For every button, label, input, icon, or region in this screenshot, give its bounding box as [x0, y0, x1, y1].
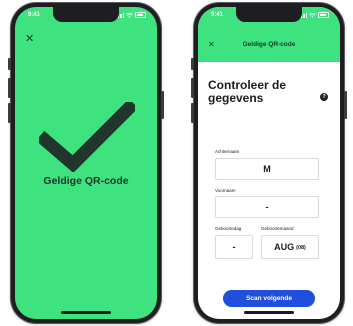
volume-up-button: [8, 78, 11, 98]
phone-right: 9:41 ✕ Geldige QR-code Controleer de geg…: [191, 3, 347, 323]
birthday-label: Geboortedag: [215, 226, 242, 231]
volume-up-button: [191, 78, 194, 98]
battery-icon: [135, 12, 146, 18]
birthday-value: -: [232, 242, 236, 252]
close-icon[interactable]: ✕: [25, 34, 34, 45]
lastname-label: Achternaam: [215, 149, 240, 154]
lastname-value: M: [263, 164, 271, 174]
phone-left: 9:41 ✕ Geldige QR-code: [8, 3, 164, 323]
birthday-field: -: [215, 235, 253, 259]
power-button: [161, 91, 164, 119]
firstname-field: -: [215, 196, 319, 218]
firstname-label: Voornaam: [215, 188, 236, 193]
page-title-line2: gegevens: [208, 91, 264, 105]
wifi-icon: [126, 12, 133, 18]
status-time: 9:41: [211, 12, 224, 18]
home-indicator[interactable]: [244, 311, 294, 314]
volume-down-button: [8, 103, 11, 123]
header-title: Geldige QR-code: [242, 41, 296, 48]
page-title: Controleer de gegevens: [208, 79, 286, 105]
result-title: Geldige QR-code: [43, 175, 129, 187]
birthmonth-label: Geboortemaand: [261, 226, 294, 231]
help-icon[interactable]: ?: [320, 93, 328, 101]
page-title-line1: Controleer de: [208, 78, 287, 92]
check-details-screen: 9:41 ✕ Geldige QR-code Controleer de geg…: [198, 7, 340, 319]
notch: [236, 7, 302, 22]
lastname-field: M: [215, 158, 319, 180]
status-icons: [298, 12, 329, 18]
notch: [53, 7, 119, 22]
scan-next-button[interactable]: Scan volgende: [223, 290, 315, 307]
valid-result-screen: 9:41 ✕ Geldige QR-code: [15, 7, 157, 319]
mute-switch: [8, 58, 11, 70]
status-time: 9:41: [28, 12, 41, 18]
volume-down-button: [191, 103, 194, 123]
power-button: [344, 91, 347, 119]
checkmark-icon: [39, 102, 135, 172]
battery-icon: [318, 12, 329, 18]
firstname-value: -: [265, 202, 269, 212]
birthmonth-value: AUG: [274, 242, 295, 252]
mute-switch: [191, 58, 194, 70]
wifi-icon: [309, 12, 316, 18]
birthmonth-field: AUG (08): [261, 235, 319, 259]
status-icons: [115, 12, 146, 18]
home-indicator[interactable]: [61, 311, 111, 314]
birthmonth-number: (08): [296, 245, 306, 251]
